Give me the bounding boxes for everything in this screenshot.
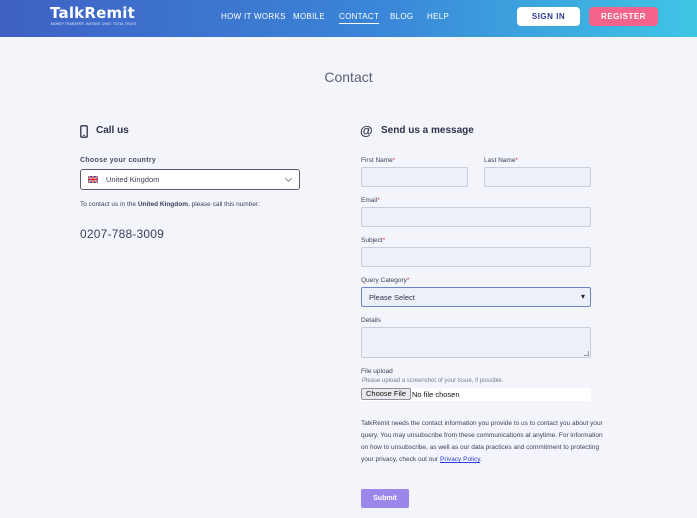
required-mark: * xyxy=(377,197,380,204)
logo-wordmark: TalkRemit xyxy=(50,4,136,22)
privacy-policy-link[interactable]: Privacy Policy xyxy=(440,456,480,463)
uk-flag-icon xyxy=(88,176,98,183)
country-select[interactable]: United Kingdom xyxy=(80,169,300,190)
country-label: Choose your country xyxy=(80,157,157,164)
dropdown-arrow-icon: ▾ xyxy=(580,292,585,301)
last-name-text: Last Name xyxy=(484,157,516,164)
disclaimer-end: . xyxy=(479,456,482,463)
subject-input[interactable] xyxy=(361,247,591,267)
email-label: Email* xyxy=(361,197,380,204)
phone-number: 0207-788-3009 xyxy=(80,227,165,241)
call-us-heading: Call us xyxy=(96,125,129,136)
nav-contact[interactable]: CONTACT xyxy=(339,12,380,24)
first-name-text: First Name xyxy=(361,157,393,164)
file-upload-field: Choose File No file chosen xyxy=(361,388,591,401)
file-upload-label: File upload xyxy=(361,368,393,375)
privacy-disclaimer: TalkRemit needs the contact information … xyxy=(361,418,611,466)
nav-mobile[interactable]: MOBILE xyxy=(293,12,325,21)
email-text: Email xyxy=(361,197,378,204)
nav-blog[interactable]: BLOG xyxy=(390,12,413,21)
logo-tagline: MONEY TRANSFER. INSTANT CHAT. TOTAL TRUS… xyxy=(51,22,138,26)
query-category-label: Query Category* xyxy=(361,277,409,284)
first-name-input[interactable] xyxy=(361,167,468,187)
subject-label: Subject* xyxy=(361,237,385,244)
required-mark: * xyxy=(382,237,386,244)
file-upload-hint: Please upload a screenshot of your issue… xyxy=(362,378,504,384)
contact-suffix: , please call this number: xyxy=(188,201,260,208)
contact-country: United Kingdom xyxy=(137,201,189,208)
talkremit-logo[interactable]: TalkRemit MONEY TRANSFER. INSTANT CHAT. … xyxy=(50,4,138,31)
query-category-select[interactable]: Please Select ▾ xyxy=(361,287,591,307)
required-mark: * xyxy=(515,157,518,164)
top-header: TalkRemit MONEY TRANSFER. INSTANT CHAT. … xyxy=(0,0,697,37)
file-status: No file chosen xyxy=(412,390,460,399)
nav-how-it-works[interactable]: HOW IT WORKS xyxy=(221,12,286,21)
at-icon: @ xyxy=(360,123,373,138)
query-category-text: Query Category xyxy=(361,277,407,284)
details-textarea[interactable] xyxy=(361,327,591,358)
email-input[interactable] xyxy=(361,207,591,227)
required-mark: * xyxy=(406,277,410,284)
choose-file-button[interactable]: Choose File xyxy=(361,388,412,400)
query-category-value: Please Select xyxy=(369,293,415,302)
contact-instruction: To contact us in the United Kingdom, ple… xyxy=(80,201,260,208)
contact-prefix: To contact us in the xyxy=(80,201,138,208)
nav-help[interactable]: HELP xyxy=(427,12,449,21)
register-button[interactable]: REGISTER xyxy=(589,7,658,26)
country-value: United Kingdom xyxy=(106,175,160,184)
subject-text: Subject xyxy=(361,237,383,244)
required-mark: * xyxy=(392,157,396,164)
first-name-label: First Name* xyxy=(361,157,395,164)
page-title: Contact xyxy=(324,69,373,85)
phone-icon xyxy=(80,125,88,138)
sign-in-button[interactable]: SIGN IN xyxy=(517,7,580,26)
last-name-label: Last Name* xyxy=(484,157,518,164)
details-label: Details xyxy=(361,317,381,324)
message-heading: Send us a message xyxy=(381,125,474,136)
chevron-down-icon xyxy=(284,174,293,183)
submit-button[interactable]: Submit xyxy=(361,489,409,508)
last-name-input[interactable] xyxy=(484,167,591,187)
resize-handle-icon[interactable] xyxy=(584,351,589,356)
